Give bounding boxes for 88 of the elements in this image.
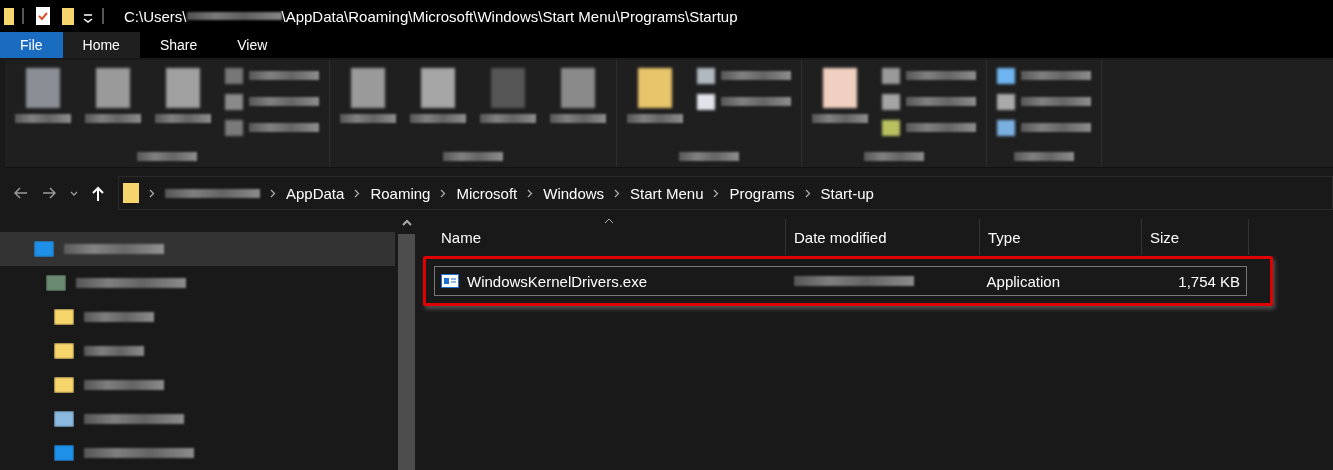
blurred-icon[interactable] (96, 67, 130, 108)
redacted-text (1021, 123, 1091, 133)
redacted-text (137, 152, 197, 161)
redacted-text (249, 97, 319, 107)
file-row[interactable]: WindowsKernelDrivers.exe Application 1,754 KB (434, 266, 1247, 296)
blurred-icon[interactable] (421, 67, 455, 108)
address-bar[interactable]: AppData Roaming Microsoft Windows Start Menu Programs Start-up (118, 176, 1333, 210)
redacted-text (84, 346, 144, 356)
chevron-icon (354, 188, 361, 198)
redacted-text (550, 113, 606, 123)
up-icon[interactable] (92, 185, 104, 201)
file-type: Application (985, 272, 1061, 290)
forward-icon[interactable] (42, 187, 56, 199)
ribbon-tab[interactable]: Share (139, 32, 218, 58)
ribbon-tab[interactable]: View (217, 32, 288, 58)
redacted-text (1014, 152, 1074, 161)
column-header[interactable]: Type (980, 219, 1142, 255)
blurred-icon[interactable] (225, 67, 243, 84)
file-name: WindowsKernelDrivers.exe (467, 272, 648, 290)
blurred-icon[interactable] (26, 67, 60, 108)
caret-icon[interactable] (70, 190, 78, 196)
redacted-text (84, 312, 154, 322)
blurred-icon[interactable] (823, 67, 857, 108)
breadcrumb-item[interactable]: Roaming (370, 184, 431, 202)
folder-icon (54, 377, 74, 393)
redacted-text (906, 123, 976, 133)
redacted-text (721, 71, 791, 81)
redacted-text (155, 113, 211, 123)
chevron-icon (440, 188, 447, 198)
window-title: C:\Users\ \AppData\Roaming\Microsoft\Windows\Start Menu\Programs\Startup (124, 7, 738, 25)
blurred-icon[interactable] (997, 93, 1015, 110)
redacted-text (721, 97, 791, 107)
redacted-text (1021, 71, 1091, 81)
redacted-text (410, 113, 466, 123)
sort-caret-icon (604, 218, 614, 224)
redacted-text (249, 71, 319, 81)
blurred-icon[interactable] (997, 67, 1015, 84)
redacted-text (627, 113, 683, 123)
folder-icon (54, 309, 74, 325)
blurred-icon[interactable] (997, 119, 1015, 136)
breadcrumb-item[interactable]: Start Menu (630, 184, 704, 202)
file-size: 1,754 KB (1177, 272, 1241, 290)
redacted-text (15, 113, 71, 123)
chevron-icon (804, 188, 811, 198)
redacted-text (249, 123, 319, 133)
breadcrumb-item[interactable]: Programs (729, 184, 795, 202)
chevron-icon (270, 188, 276, 198)
blurred-icon[interactable] (225, 119, 243, 136)
redacted-text (906, 97, 976, 107)
blurred-icon[interactable] (882, 67, 900, 84)
column-header[interactable]: Name (433, 219, 786, 255)
breadcrumb-item[interactable]: Start-up (820, 184, 874, 202)
blurred-icon[interactable] (882, 119, 900, 136)
chevron-icon (149, 188, 155, 198)
breadcrumb-item[interactable]: Windows (543, 184, 605, 202)
folder-icon (123, 183, 139, 203)
blurred-icon[interactable] (561, 67, 595, 108)
blurred-icon[interactable] (166, 67, 200, 108)
blurred-icon[interactable] (697, 67, 715, 84)
column-header[interactable]: Size (1142, 219, 1249, 255)
ribbon-tab[interactable]: Home (62, 32, 140, 58)
column-header[interactable]: Date modified (786, 219, 980, 255)
blurred-icon[interactable] (697, 93, 715, 110)
blurred-icon[interactable] (225, 93, 243, 110)
breadcrumb-item[interactable]: AppData (286, 184, 345, 202)
redacted-text (85, 113, 141, 123)
chevron-icon (527, 188, 534, 198)
redacted-text (1021, 97, 1091, 107)
chevron-icon (614, 188, 621, 198)
blurred-icon[interactable] (351, 67, 385, 108)
redacted-text (864, 152, 924, 161)
scrollbar[interactable] (398, 218, 415, 470)
breadcrumb-item[interactable]: Microsoft (456, 184, 518, 202)
sidebar-item[interactable] (0, 232, 395, 266)
chevron-icon (713, 188, 720, 198)
application-icon (441, 274, 459, 288)
redacted-text (340, 113, 396, 123)
redacted-text (812, 113, 868, 123)
redacted-text (480, 113, 536, 123)
blurred-icon[interactable] (882, 93, 900, 110)
folder-icon (54, 343, 74, 359)
back-icon[interactable] (14, 187, 28, 199)
scroll-up-icon[interactable] (401, 218, 412, 226)
redacted-text (679, 152, 739, 161)
redacted-text (443, 152, 503, 161)
blurred-icon[interactable] (638, 67, 672, 108)
ribbon-tab[interactable]: File (0, 32, 63, 58)
redacted-text (906, 71, 976, 81)
